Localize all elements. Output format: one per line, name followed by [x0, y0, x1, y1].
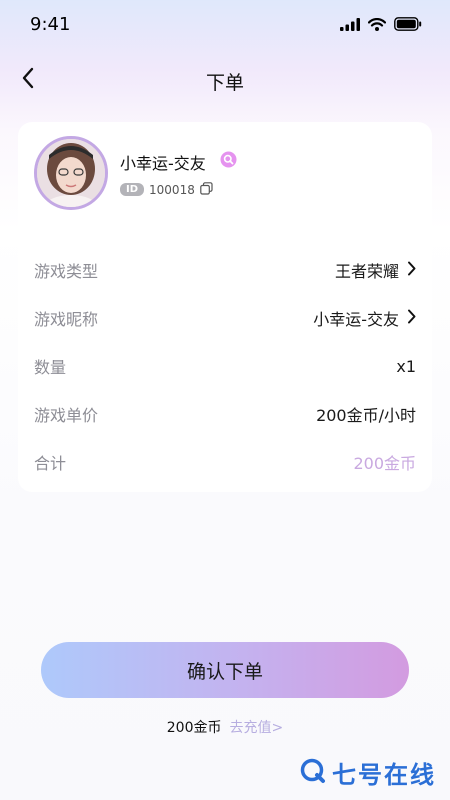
id-badge: ID — [120, 183, 145, 196]
page-title: 下单 — [205, 72, 244, 94]
row-value: x1 — [396, 356, 416, 376]
total-value: 200金币 — [353, 454, 416, 473]
user-id-row: ID 100018 — [120, 180, 213, 199]
signal-icon — [340, 16, 360, 35]
row-game-nickname[interactable]: 游戏昵称 小幸运-交友 — [34, 303, 416, 333]
row-value: 200金币/小时 — [316, 406, 416, 425]
row-value: 小幸运-交友 — [313, 310, 399, 329]
wifi-icon — [367, 16, 387, 35]
chevron-right-icon — [407, 309, 416, 328]
row-label: 游戏类型 — [34, 262, 99, 281]
row-unit-price: 游戏单价 200金币/小时 — [34, 399, 416, 429]
watermark-text: 七号在线 — [332, 761, 436, 789]
row-quantity: 数量 x1 — [34, 351, 416, 381]
nav-bar: 下单 — [0, 56, 450, 104]
row-label: 数量 — [34, 358, 67, 377]
confirm-order-button[interactable]: 确认下单 — [41, 642, 409, 698]
balance-footer: 200金币 去充值> — [0, 717, 450, 737]
recharge-link[interactable]: 去充值> — [230, 720, 284, 736]
vip-badge-icon — [220, 151, 237, 172]
row-value: 王者荣耀 — [334, 262, 399, 281]
avatar — [34, 136, 108, 210]
battery-icon — [394, 16, 422, 35]
watermark-logo-icon — [300, 758, 326, 788]
coin-balance: 200金币 — [166, 720, 222, 736]
row-total: 合计 200金币 — [34, 447, 416, 477]
status-bar: 9:41 — [0, 0, 450, 52]
chevron-right-icon — [407, 261, 416, 280]
status-time: 9:41 — [30, 14, 71, 35]
user-id: 100018 — [149, 182, 195, 197]
status-icons — [340, 16, 422, 35]
user-name: 小幸运-交友 — [120, 154, 206, 173]
watermark: 七号在线 — [300, 755, 436, 790]
copy-icon[interactable] — [200, 180, 213, 199]
row-label: 游戏单价 — [34, 406, 99, 425]
row-game-type[interactable]: 游戏类型 王者荣耀 — [34, 255, 416, 285]
order-card: 小幸运-交友 ID 100018 游戏类型 王者荣耀 游戏昵称 小幸运-交友 数… — [18, 122, 432, 492]
row-label: 游戏昵称 — [34, 310, 99, 329]
row-label: 合计 — [34, 454, 67, 473]
